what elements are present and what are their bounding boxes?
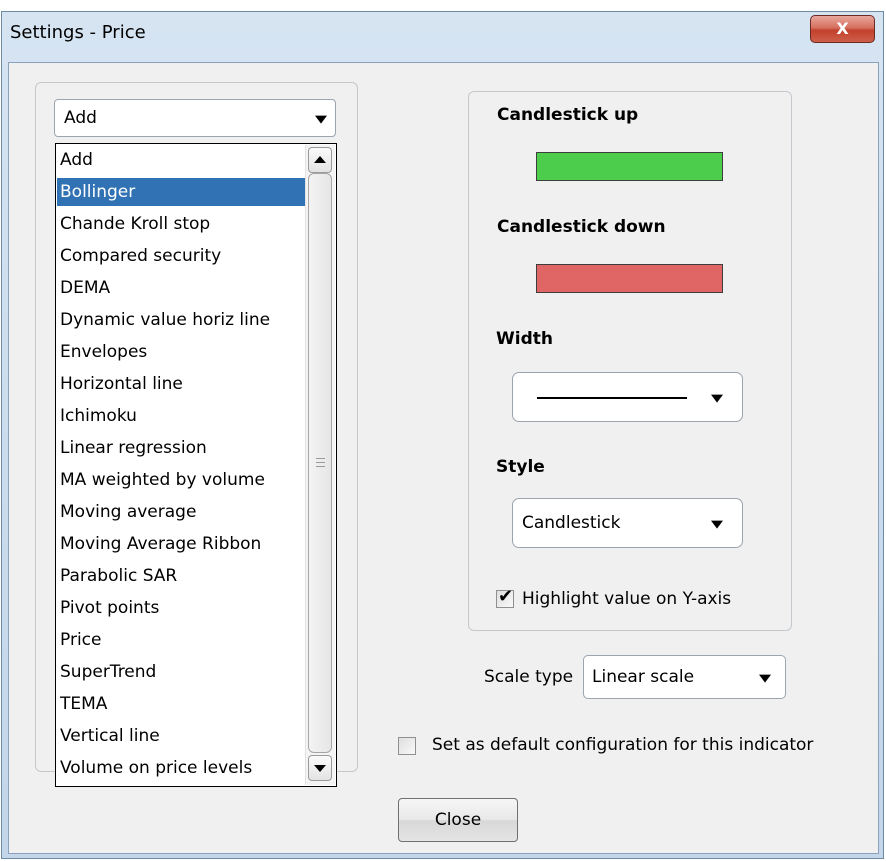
dropdown-option[interactable]: Compared security: [57, 242, 305, 270]
chevron-down-icon: [711, 520, 723, 529]
scroll-thumb[interactable]: [308, 173, 332, 753]
grip-line: [316, 462, 325, 463]
candlestick-down-color-swatch[interactable]: [536, 264, 723, 293]
scale-type-select[interactable]: Linear scale: [583, 655, 786, 699]
dropdown-option[interactable]: Horizontal line: [57, 370, 305, 398]
dropdown-option[interactable]: Linear regression: [57, 434, 305, 462]
dropdown-option[interactable]: Moving Average Ribbon: [57, 530, 305, 558]
check-icon: ✔: [498, 586, 514, 607]
close-icon: X: [836, 19, 849, 38]
dropdown-option[interactable]: Ichimoku: [57, 402, 305, 430]
arrow-down-icon: [314, 765, 326, 772]
default-config-checkbox[interactable]: [398, 737, 416, 755]
indicator-select[interactable]: Add: [54, 99, 336, 137]
style-label: Style: [496, 457, 545, 477]
candlestick-up-color-swatch[interactable]: [536, 152, 723, 181]
width-select[interactable]: [512, 372, 743, 422]
width-label: Width: [496, 329, 553, 349]
indicator-select-value: Add: [64, 108, 97, 128]
dropdown-option[interactable]: MA weighted by volume: [57, 466, 305, 494]
dropdown-option[interactable]: Volume on price levels: [57, 754, 305, 782]
grip-line: [316, 466, 325, 467]
style-select[interactable]: Candlestick: [512, 498, 743, 548]
dropdown-option[interactable]: Add: [57, 146, 305, 174]
dropdown-option[interactable]: SuperTrend: [57, 658, 305, 686]
candlestick-up-label: Candlestick up: [497, 105, 639, 125]
chevron-down-icon: [759, 674, 771, 683]
highlight-y-checkbox[interactable]: ✔: [496, 586, 514, 608]
dropdown-option[interactable]: Dynamic value horiz line: [57, 306, 305, 334]
scroll-down-button[interactable]: [308, 755, 332, 781]
dropdown-option[interactable]: Envelopes: [57, 338, 305, 366]
chevron-down-icon: [315, 115, 327, 124]
line-width-preview: [537, 397, 687, 399]
dropdown-option[interactable]: Parabolic SAR: [57, 562, 305, 590]
dropdown-option[interactable]: Pivot points: [57, 594, 305, 622]
scale-type-value: Linear scale: [592, 667, 695, 687]
dropdown-option[interactable]: TEMA: [57, 690, 305, 718]
indicator-dropdown-list[interactable]: Add Bollinger Chande Kroll stop Compared se…: [55, 143, 337, 787]
window-title: Settings - Price: [10, 22, 146, 43]
arrow-up-icon: [314, 156, 326, 163]
dropdown-option[interactable]: Chande Kroll stop: [57, 210, 305, 238]
dropdown-option[interactable]: Vertical line: [57, 722, 305, 750]
highlight-y-label: Highlight value on Y-axis: [522, 589, 732, 609]
default-config-label: Set as default configuration for this in…: [432, 735, 814, 755]
chevron-down-icon: [711, 394, 723, 403]
style-select-value: Candlestick: [522, 513, 621, 533]
dropdown-scrollbar[interactable]: [305, 145, 335, 785]
dropdown-option[interactable]: Bollinger: [57, 178, 305, 206]
dropdown-option[interactable]: Moving average: [57, 498, 305, 526]
candlestick-down-label: Candlestick down: [497, 217, 666, 237]
window-close-button[interactable]: X: [810, 15, 875, 43]
grip-line: [316, 458, 325, 459]
scale-type-label: Scale type: [484, 667, 574, 687]
dropdown-option[interactable]: Price: [57, 626, 305, 654]
dropdown-option[interactable]: DEMA: [57, 274, 305, 302]
close-button[interactable]: Close: [398, 798, 518, 842]
scroll-up-button[interactable]: [308, 147, 332, 173]
